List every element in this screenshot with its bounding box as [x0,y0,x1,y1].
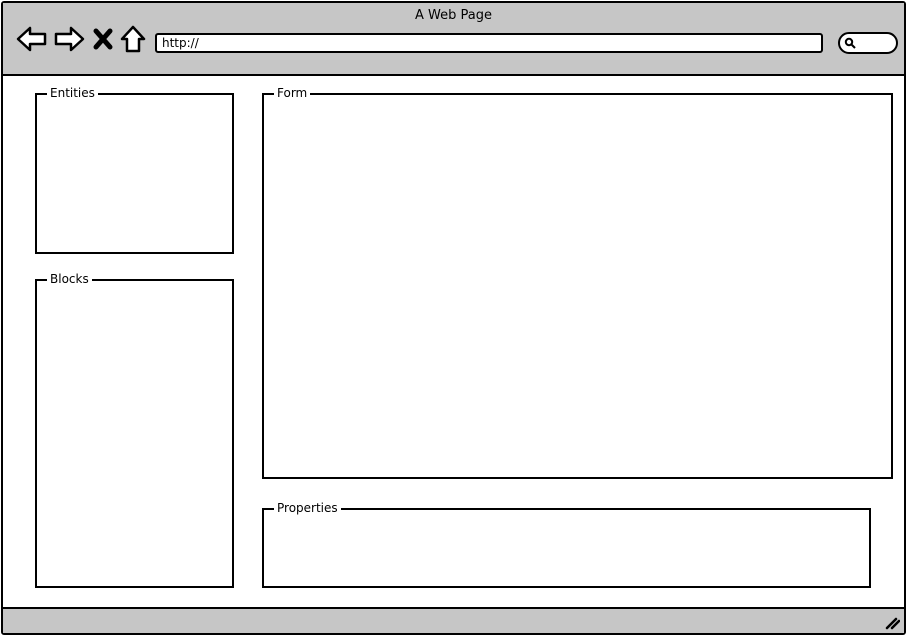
status-bar [3,607,904,633]
form-panel-label: Form [274,85,311,101]
window-title: A Web Page [415,8,492,23]
form-panel: Form [262,85,893,479]
entities-panel: Entities [35,85,234,254]
url-input[interactable]: http:// [155,33,823,53]
blocks-panel-label: Blocks [47,271,92,287]
search-icon [844,37,856,49]
properties-panel: Properties [262,500,871,588]
close-x-icon[interactable] [89,23,117,55]
browser-window: A Web Page http:// Entities Blocks Form [1,1,906,635]
back-arrow-icon[interactable] [16,23,48,55]
entities-panel-label: Entities [47,85,98,101]
search-box[interactable] [838,32,898,54]
blocks-panel: Blocks [35,271,234,588]
resize-grip-icon[interactable] [884,614,900,630]
browser-titlebar: A Web Page http:// [3,3,904,76]
properties-panel-label: Properties [274,500,341,516]
home-icon[interactable] [119,23,151,55]
forward-arrow-icon[interactable] [53,23,85,55]
